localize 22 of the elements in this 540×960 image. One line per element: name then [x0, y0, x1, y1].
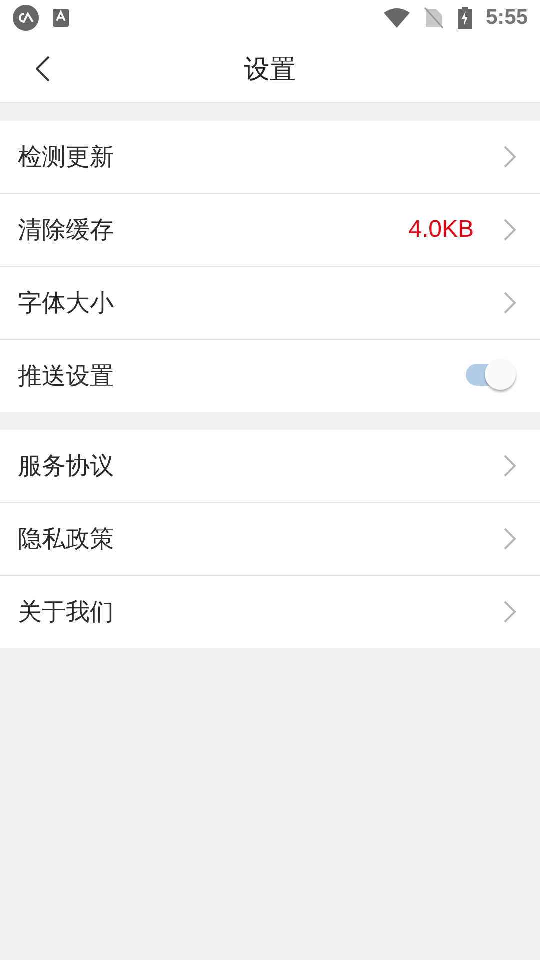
setting-label[interactable]: 推送设置: [18, 360, 464, 392]
setting-label[interactable]: 字体大小: [18, 287, 504, 319]
chevron-right-icon: [504, 601, 516, 623]
wifi-icon: [384, 8, 410, 28]
chevron-right-icon: [504, 528, 516, 550]
setting-label[interactable]: 服务协议: [18, 450, 504, 482]
app-logo-icon: [13, 5, 39, 31]
chevron-right-icon: [504, 219, 516, 241]
chevron-right-icon: [504, 292, 516, 314]
status-time: 5:55: [486, 6, 528, 30]
chevron-right-icon: [504, 146, 516, 168]
chevron-right-icon: [504, 455, 516, 477]
app-notification-icon: [53, 9, 69, 27]
setting-label[interactable]: 检测更新: [18, 141, 504, 173]
setting-label[interactable]: 关于我们: [18, 596, 504, 628]
cache-size: 4.0KB: [408, 216, 474, 244]
back-icon: [36, 56, 50, 82]
page-title: 设置: [244, 54, 296, 86]
battery-charging-icon: [458, 7, 472, 29]
setting-label[interactable]: 清除缓存: [18, 214, 409, 246]
setting-label[interactable]: 隐私政策: [18, 523, 504, 555]
no-sim-icon: [424, 7, 444, 29]
